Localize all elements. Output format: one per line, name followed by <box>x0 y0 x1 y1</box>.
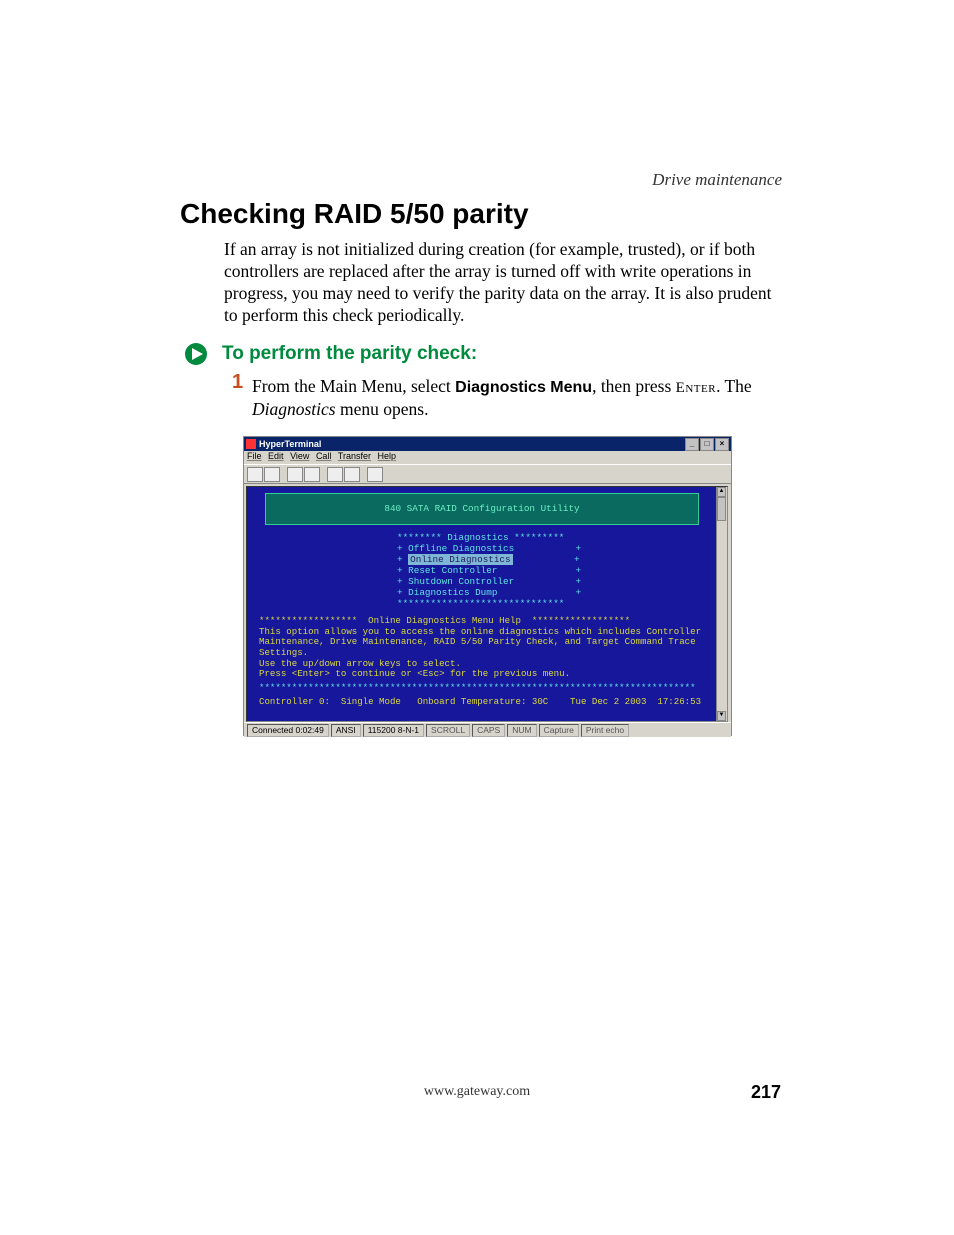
step-text-mid: , then press <box>592 376 676 396</box>
divider-stars: ****************************************… <box>247 683 717 694</box>
scroll-up-icon[interactable]: ▲ <box>717 487 726 497</box>
status-emulation: ANSI <box>331 724 361 737</box>
help-section: ****************** Online Diagnostics Me… <box>259 616 705 680</box>
step-text-ital: Diagnostics <box>252 399 336 419</box>
menu-item-reset[interactable]: + Reset Controller + <box>397 565 581 576</box>
menu-item-dump[interactable]: + Diagnostics Dump + <box>397 587 581 598</box>
procedure-arrow-icon <box>185 343 211 365</box>
controller-status-line: Controller 0: Single Mode Onboard Temper… <box>259 697 705 708</box>
step-text: From the Main Menu, select Diagnostics M… <box>252 375 782 421</box>
status-params: 115200 8-N-1 <box>363 724 424 737</box>
section-header: Drive maintenance <box>652 170 782 190</box>
toolbar-button[interactable] <box>247 467 263 482</box>
help-body: This option allows you to access the onl… <box>259 626 707 680</box>
toolbar-button[interactable] <box>367 467 383 482</box>
menu-item-shutdown[interactable]: + Shutdown Controller + <box>397 576 581 587</box>
hyperterminal-statusbar: Connected 0:02:49 ANSI 115200 8-N-1 SCRO… <box>244 722 731 737</box>
scrollbar[interactable]: ▲ ▼ <box>716 487 727 721</box>
menu-help[interactable]: Help <box>378 451 397 461</box>
toolbar-button[interactable] <box>264 467 280 482</box>
step-text-post2: menu opens. <box>336 399 429 419</box>
utility-banner: 840 SATA RAID Configuration Utility <box>265 493 699 525</box>
menu-item-online-suffix: + <box>513 554 580 565</box>
toolbar <box>244 464 731 484</box>
toolbar-button[interactable] <box>287 467 303 482</box>
menu-view[interactable]: View <box>290 451 309 461</box>
menu-transfer[interactable]: Transfer <box>338 451 371 461</box>
status-connected: Connected 0:02:49 <box>247 724 329 737</box>
step-text-post1: . The <box>716 376 752 396</box>
footer-url: www.gateway.com <box>0 1084 954 1100</box>
hyperterminal-window: HyperTerminal _ □ × File Edit View Call … <box>243 436 732 736</box>
menubar: File Edit View Call Transfer Help <box>244 451 731 464</box>
menu-file[interactable]: File <box>247 451 262 461</box>
close-button[interactable]: × <box>715 438 729 451</box>
terminal-area: 840 SATA RAID Configuration Utility ****… <box>246 486 728 722</box>
page-number: 217 <box>751 1082 781 1103</box>
window-title: HyperTerminal <box>259 439 321 449</box>
status-capture: Capture <box>539 724 579 737</box>
toolbar-button[interactable] <box>327 467 343 482</box>
intro-paragraph: If an array is not initialized during cr… <box>224 239 784 327</box>
menu-item-online-prefix: + <box>397 554 408 565</box>
status-scroll: SCROLL <box>426 724 470 737</box>
toolbar-button[interactable] <box>304 467 320 482</box>
app-icon <box>246 439 256 449</box>
menu-edit[interactable]: Edit <box>268 451 284 461</box>
procedure-heading: To perform the parity check: <box>222 343 477 365</box>
step-number: 1 <box>232 371 243 394</box>
diag-header: ******** Diagnostics ********* <box>397 532 564 543</box>
status-caps: CAPS <box>472 724 505 737</box>
diag-footer: ****************************** <box>397 598 564 609</box>
step-text-pre: From the Main Menu, select <box>252 376 455 396</box>
menu-item-online-selected[interactable]: Online Diagnostics <box>408 554 512 565</box>
status-echo: Print echo <box>581 724 629 737</box>
scroll-down-icon[interactable]: ▼ <box>717 711 726 721</box>
help-title: ****************** Online Diagnostics Me… <box>259 615 630 626</box>
step-text-enter: Enter <box>676 380 716 396</box>
minimize-button[interactable]: _ <box>685 438 699 451</box>
scroll-thumb[interactable] <box>717 497 726 521</box>
diagnostics-menu: ******** Diagnostics ********* + Offline… <box>247 533 717 610</box>
menu-item-offline[interactable]: + Offline Diagnostics + <box>397 543 581 554</box>
toolbar-button[interactable] <box>344 467 360 482</box>
maximize-button[interactable]: □ <box>700 438 714 451</box>
menu-call[interactable]: Call <box>316 451 332 461</box>
status-num: NUM <box>507 724 536 737</box>
step-text-menu: Diagnostics Menu <box>455 379 592 396</box>
window-titlebar: HyperTerminal _ □ × <box>244 437 731 451</box>
page-title: Checking RAID 5/50 parity <box>180 198 529 230</box>
